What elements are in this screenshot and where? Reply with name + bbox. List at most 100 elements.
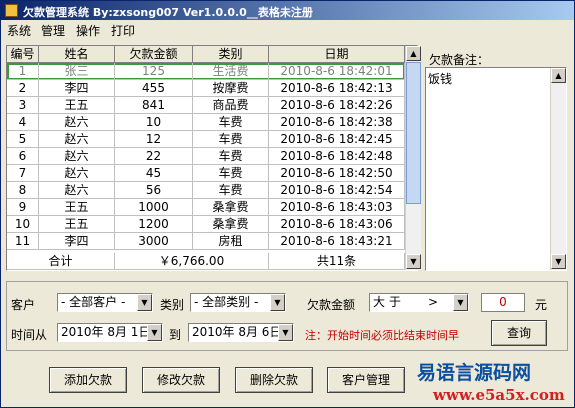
cell-date: 2010-8-6 18:42:13 — [269, 80, 405, 97]
chevron-down-icon[interactable]: ▼ — [278, 324, 293, 341]
scroll-thumb[interactable] — [406, 62, 421, 204]
query-button[interactable]: 查询 — [491, 320, 547, 346]
table-header-row: 编号 姓名 欠款金额 类别 日期 — [7, 46, 405, 63]
cell-amount: 22 — [115, 148, 193, 165]
amount-label: 欠款金额 — [307, 298, 356, 312]
amount-operator-select[interactable]: 大 于 > ▼ — [369, 293, 469, 312]
customer-select[interactable]: - 全部客户 - ▼ — [57, 293, 153, 312]
table-row[interactable]: 7 赵六 45 车费 2010-8-6 18:42:50 — [7, 165, 405, 182]
customer-manage-button[interactable]: 客户管理 — [327, 367, 405, 393]
table-row[interactable]: 11 李四 3000 房租 2010-8-6 18:43:21 — [7, 233, 405, 250]
cell-date: 2010-8-6 18:42:48 — [269, 148, 405, 165]
total-count: 共11条 — [269, 253, 405, 270]
cell-category: 按摩费 — [193, 80, 269, 97]
edit-debt-button[interactable]: 修改欠款 — [142, 367, 220, 393]
note-scroll-up-icon[interactable]: ▲ — [551, 68, 566, 83]
time-from-label: 时间从 — [11, 328, 48, 342]
customer-label: 客户 — [11, 298, 36, 312]
amount-input[interactable]: 0 — [481, 293, 525, 312]
cell-date: 2010-8-6 18:42:45 — [269, 131, 405, 148]
cell-name: 王五 — [39, 199, 115, 216]
header-category[interactable]: 类别 — [193, 46, 269, 63]
table-row[interactable]: 10 王五 1200 桑拿费 2010-8-6 18:43:06 — [7, 216, 405, 233]
chevron-down-icon[interactable]: ▼ — [147, 324, 162, 341]
menu-operate[interactable]: 操作 — [76, 22, 100, 39]
cell-id: 4 — [7, 114, 39, 131]
header-id[interactable]: 编号 — [7, 46, 39, 63]
main-window: 欠款管理系统 By:zxsong007 Ver1.0.0.0__表格未注册 系统… — [0, 0, 575, 408]
chevron-down-icon[interactable]: ▼ — [453, 294, 468, 311]
cell-id: 7 — [7, 165, 39, 182]
cell-id: 1 — [7, 63, 39, 80]
menu-manage[interactable]: 管理 — [41, 22, 65, 39]
delete-debt-button[interactable]: 删除欠款 — [235, 367, 313, 393]
date-to-picker[interactable]: 2010年 8月 6日 ▼ — [188, 323, 294, 342]
watermark-logo: 易语言源码网 www.e5a5x.com — [413, 356, 575, 408]
note-scrollbar[interactable]: ▲ ▼ — [550, 68, 566, 270]
header-name[interactable]: 姓名 — [39, 46, 115, 63]
table-row[interactable]: 2 李四 455 按摩费 2010-8-6 18:42:13 — [7, 80, 405, 97]
category-label: 类别 — [160, 298, 185, 312]
chevron-down-icon[interactable]: ▼ — [137, 294, 152, 311]
debt-table[interactable]: 编号 姓名 欠款金额 类别 日期 1 张三 125 生活费 2010-8-6 18:42… — [6, 45, 421, 271]
cell-category: 桑拿费 — [193, 199, 269, 216]
to-label: 到 — [169, 328, 182, 342]
amount-operator-value: 大 于 — [373, 295, 401, 309]
cell-name: 赵六 — [39, 148, 115, 165]
note-label: 欠款备注： — [429, 53, 490, 67]
customer-select-value: - 全部客户 - — [61, 295, 126, 309]
cell-id: 2 — [7, 80, 39, 97]
scroll-up-icon[interactable]: ▲ — [406, 46, 421, 61]
header-amount[interactable]: 欠款金额 — [115, 46, 193, 63]
table-scrollbar[interactable]: ▲ ▼ — [405, 46, 421, 270]
window-title: 欠款管理系统 By:zxsong007 Ver1.0.0.0__表格未注册 — [23, 6, 313, 19]
table-row[interactable]: 8 赵六 56 车费 2010-8-6 18:42:54 — [7, 182, 405, 199]
chevron-down-icon[interactable]: ▼ — [270, 294, 285, 311]
menu-print[interactable]: 打印 — [111, 22, 135, 39]
cell-category: 车费 — [193, 114, 269, 131]
date-from-value: 2010年 8月 1日 — [61, 325, 151, 339]
cell-category: 车费 — [193, 131, 269, 148]
cell-id: 10 — [7, 216, 39, 233]
amount-unit: 元 — [535, 298, 548, 312]
date-warning: 注：开始时间必须比结束时间早 — [305, 329, 459, 342]
watermark-text: 易语言源码网 — [417, 362, 532, 384]
cell-category: 商品费 — [193, 97, 269, 114]
date-from-picker[interactable]: 2010年 8月 1日 ▼ — [57, 323, 163, 342]
category-select[interactable]: - 全部类别 - ▼ — [190, 293, 286, 312]
cell-date: 2010-8-6 18:43:03 — [269, 199, 405, 216]
table-row[interactable]: 9 王五 1000 桑拿费 2010-8-6 18:43:03 — [7, 199, 405, 216]
cell-amount: 3000 — [115, 233, 193, 250]
note-textarea[interactable]: 饭钱 ▲ ▼ — [425, 67, 567, 271]
total-amount: ￥6,766.00 — [115, 253, 269, 270]
note-scroll-down-icon[interactable]: ▼ — [551, 254, 566, 269]
cell-name: 赵六 — [39, 131, 115, 148]
menu-system[interactable]: 系统 — [7, 22, 31, 39]
table-row[interactable]: 3 王五 841 商品费 2010-8-6 18:42:26 — [7, 97, 405, 114]
table-row[interactable]: 1 张三 125 生活费 2010-8-6 18:42:01 — [7, 63, 405, 80]
cell-date: 2010-8-6 18:43:21 — [269, 233, 405, 250]
cell-name: 赵六 — [39, 114, 115, 131]
table-row[interactable]: 4 赵六 10 车费 2010-8-6 18:42:38 — [7, 114, 405, 131]
cell-category: 车费 — [193, 182, 269, 199]
date-to-value: 2010年 8月 6日 — [192, 325, 282, 339]
total-label: 合计 — [7, 253, 115, 270]
cell-id: 5 — [7, 131, 39, 148]
cell-date: 2010-8-6 18:42:38 — [269, 114, 405, 131]
table-body: 编号 姓名 欠款金额 类别 日期 1 张三 125 生活费 2010-8-6 18:42… — [7, 46, 405, 270]
cell-name: 赵六 — [39, 165, 115, 182]
cell-amount: 10 — [115, 114, 193, 131]
table-row[interactable]: 5 赵六 12 车费 2010-8-6 18:42:45 — [7, 131, 405, 148]
cell-category: 房租 — [193, 233, 269, 250]
cell-amount: 12 — [115, 131, 193, 148]
scroll-down-icon[interactable]: ▼ — [406, 254, 421, 269]
title-bar[interactable]: 欠款管理系统 By:zxsong007 Ver1.0.0.0__表格未注册 — [1, 1, 574, 20]
header-date[interactable]: 日期 — [269, 46, 405, 63]
cell-amount: 45 — [115, 165, 193, 182]
table-row[interactable]: 6 赵六 22 车费 2010-8-6 18:42:48 — [7, 148, 405, 165]
filter-panel: 客户 - 全部客户 - ▼ 类别 - 全部类别 - ▼ 欠款金额 大 于 > ▼… — [6, 281, 568, 351]
add-debt-button[interactable]: 添加欠款 — [49, 367, 127, 393]
cell-amount: 841 — [115, 97, 193, 114]
cell-category: 生活费 — [193, 63, 269, 80]
cell-id: 11 — [7, 233, 39, 250]
